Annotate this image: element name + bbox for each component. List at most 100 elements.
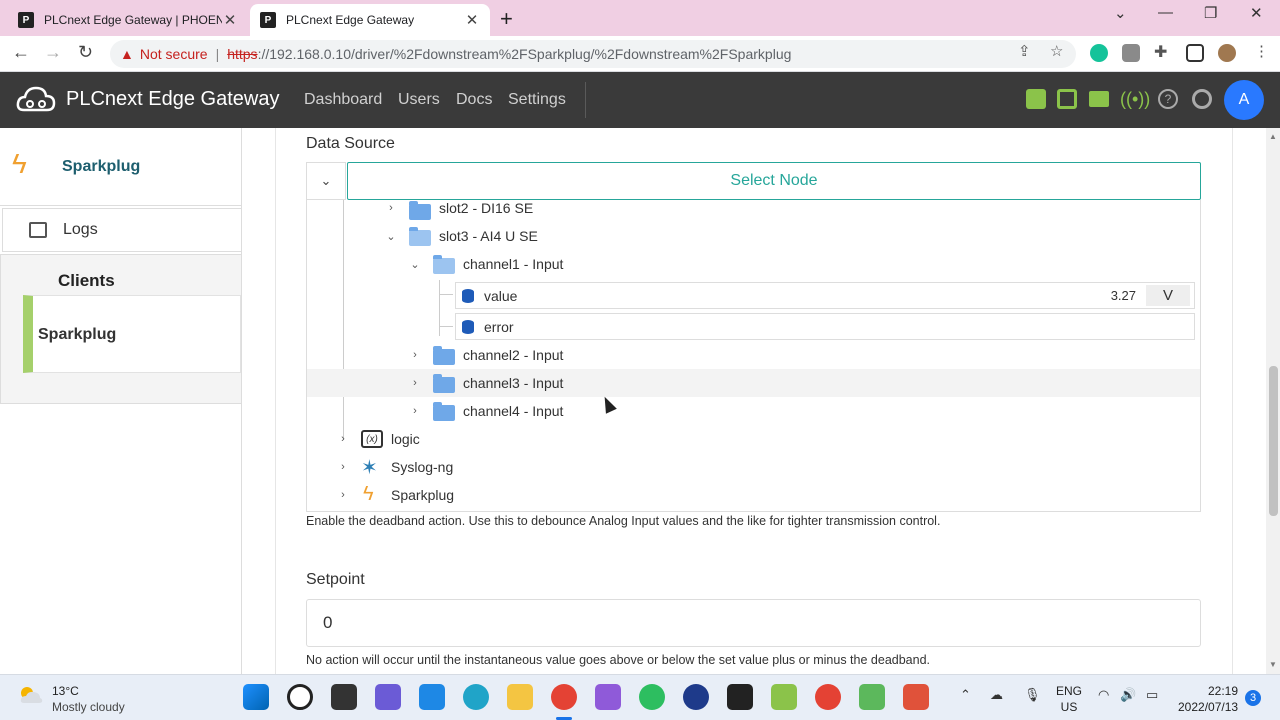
teams-chat-icon[interactable] xyxy=(375,684,401,710)
sidebar-client-sparkplug[interactable]: Sparkplug xyxy=(23,295,241,373)
security-label[interactable]: Not secure xyxy=(140,46,208,62)
chevron-right-icon[interactable]: › xyxy=(337,433,349,445)
setpoint-input[interactable] xyxy=(306,599,1201,647)
windows-start-icon[interactable] xyxy=(243,684,269,710)
evernote-icon[interactable] xyxy=(639,684,665,710)
camtasia-icon[interactable] xyxy=(859,684,885,710)
support-lifebuoy-icon[interactable] xyxy=(1192,89,1212,109)
chevron-right-icon[interactable]: › xyxy=(409,377,421,389)
task-view-icon[interactable] xyxy=(331,684,357,710)
vscode-icon[interactable] xyxy=(419,684,445,710)
weather-temperature[interactable]: 13°C xyxy=(52,684,79,698)
tree-node-channel1[interactable]: ⌄ channel1 - Input xyxy=(307,250,1200,278)
tree-node-channel4[interactable]: › channel4 - Input xyxy=(307,397,1200,425)
windows-taskbar: 13°C Mostly cloudy ⌃ ☁ 🎙 ENG US ◠ 🔊 ▭ 22… xyxy=(0,674,1280,720)
address-bar[interactable]: ▲ Not secure | https ://192.168.0.10/dri… xyxy=(110,40,1076,68)
scrollbar-thumb[interactable] xyxy=(1269,366,1278,516)
tree-node-syslog[interactable]: › ✶ Syslog-ng xyxy=(307,453,1200,481)
browser-tab-phoenix[interactable]: P PLCnext Edge Gateway | PHOENIX ✕ xyxy=(8,4,248,36)
audacity-icon[interactable] xyxy=(683,684,709,710)
warning-icon[interactable]: ▲ xyxy=(120,46,134,62)
browser-tab-gateway[interactable]: P PLCnext Edge Gateway ✕ xyxy=(250,4,490,36)
select-node-button[interactable]: Select Node xyxy=(347,162,1201,200)
sidebar-item-logs[interactable]: Logs xyxy=(2,208,242,252)
antenna-icon[interactable]: ((•)) xyxy=(1120,89,1150,109)
chevron-right-icon[interactable]: › xyxy=(385,202,397,214)
user-avatar[interactable]: A xyxy=(1224,80,1264,120)
nav-dashboard[interactable]: Dashboard xyxy=(304,91,382,109)
new-tab-icon[interactable]: + xyxy=(500,6,513,32)
collapse-tree-button[interactable]: ⌄ xyxy=(306,162,346,200)
close-icon[interactable]: ✕ xyxy=(222,11,238,29)
recorder-icon[interactable] xyxy=(903,684,929,710)
nav-settings[interactable]: Settings xyxy=(508,91,566,109)
edge-icon[interactable] xyxy=(463,684,489,710)
tree-leaf-value[interactable]: value 3.27 V xyxy=(455,282,1195,309)
chevron-down-icon[interactable]: ⌄ xyxy=(385,230,397,243)
onedrive-cloud-icon[interactable]: ☁ xyxy=(990,687,1003,703)
puzzle-extensions-icon[interactable]: ✚ xyxy=(1154,42,1167,62)
scroll-up-icon[interactable]: ▲ xyxy=(1269,132,1277,141)
visual-studio-icon[interactable] xyxy=(595,684,621,710)
system-clock[interactable]: 22:19 2022/07/13 xyxy=(1178,683,1238,715)
volume-icon[interactable]: 🔊 xyxy=(1120,687,1136,703)
sidebar-driver-name[interactable]: Sparkplug xyxy=(62,158,140,176)
close-icon[interactable]: ✕ xyxy=(464,11,480,29)
tray-overflow-icon[interactable]: ⌃ xyxy=(960,687,971,703)
weather-cloudy-icon[interactable] xyxy=(18,685,44,705)
share-icon[interactable]: ⇪ xyxy=(1018,42,1031,60)
notification-badge[interactable]: 3 xyxy=(1245,690,1261,706)
cpu-icon[interactable] xyxy=(1057,89,1077,109)
app-header: PLCnext Edge Gateway Dashboard Users Doc… xyxy=(0,72,1280,128)
forward-icon[interactable]: → xyxy=(44,42,62,63)
file-explorer-icon[interactable] xyxy=(507,684,533,710)
nav-docs[interactable]: Docs xyxy=(456,91,492,109)
app-brand[interactable]: PLCnext Edge Gateway xyxy=(66,88,279,111)
tree-node-channel3[interactable]: › channel3 - Input xyxy=(307,369,1200,397)
sidebar-driver-header[interactable]: ϟ Sparkplug xyxy=(0,128,242,206)
scroll-down-icon[interactable]: ▼ xyxy=(1269,660,1277,669)
tree-node-logic[interactable]: › (x) logic xyxy=(307,425,1200,453)
tab-search-icon[interactable]: ⌄ xyxy=(1114,4,1127,22)
wifi-icon[interactable]: ◠ xyxy=(1098,687,1109,703)
chevron-right-icon[interactable]: › xyxy=(337,461,349,473)
grammarly-extension-icon[interactable] xyxy=(1090,44,1108,62)
menu-icon[interactable]: ⋮ xyxy=(1254,42,1269,60)
bookmark-star-icon[interactable]: ☆ xyxy=(1050,42,1063,60)
minimize-icon[interactable]: — xyxy=(1158,4,1173,21)
sidebar-item-label: Logs xyxy=(63,221,98,238)
search-icon[interactable] xyxy=(287,684,313,710)
extension-icon[interactable] xyxy=(1122,44,1140,62)
tree-node-sparkplug[interactable]: › ϟ Sparkplug xyxy=(307,481,1200,509)
xml-tool-icon[interactable] xyxy=(771,684,797,710)
language-indicator[interactable]: ENG US xyxy=(1056,683,1082,715)
weather-condition[interactable]: Mostly cloudy xyxy=(52,700,125,714)
page-scrollbar[interactable]: ▲ ▼ xyxy=(1266,128,1280,674)
chrome-icon[interactable] xyxy=(551,684,577,710)
help-icon[interactable]: ? xyxy=(1158,89,1178,109)
chevron-right-icon[interactable]: › xyxy=(337,489,349,501)
client-name: Sparkplug xyxy=(38,326,117,343)
back-icon[interactable]: ← xyxy=(12,42,30,63)
memory-icon[interactable] xyxy=(1089,91,1109,107)
microphone-icon[interactable]: 🎙 xyxy=(1024,687,1041,703)
tree-node-slot2[interactable]: › slot2 - DI16 SE xyxy=(307,200,1200,222)
profile-avatar-icon[interactable] xyxy=(1218,44,1236,62)
live-value: 3.27 xyxy=(1110,288,1136,303)
sd-card-icon[interactable] xyxy=(1026,89,1046,109)
window-close-icon[interactable]: ✕ xyxy=(1250,4,1263,22)
chevron-right-icon[interactable]: › xyxy=(409,405,421,417)
tree-node-slot3[interactable]: ⌄ slot3 - AI4 U SE xyxy=(307,222,1200,250)
nav-users[interactable]: Users xyxy=(398,91,440,109)
chrome-profile-icon[interactable] xyxy=(815,684,841,710)
reload-icon[interactable]: ↻ xyxy=(78,42,93,63)
tree-leaf-error[interactable]: error xyxy=(455,313,1195,340)
chevron-right-icon[interactable]: › xyxy=(409,349,421,361)
chevron-down-icon[interactable]: ⌄ xyxy=(409,258,421,271)
cloud-logo-icon[interactable] xyxy=(16,84,56,114)
tree-node-channel2[interactable]: › channel2 - Input xyxy=(307,341,1200,369)
side-panel-icon[interactable] xyxy=(1186,44,1204,62)
restore-icon[interactable]: ❐ xyxy=(1204,4,1217,22)
battery-icon[interactable]: ▭ xyxy=(1146,687,1158,703)
plcnext-app-icon[interactable] xyxy=(727,684,753,710)
